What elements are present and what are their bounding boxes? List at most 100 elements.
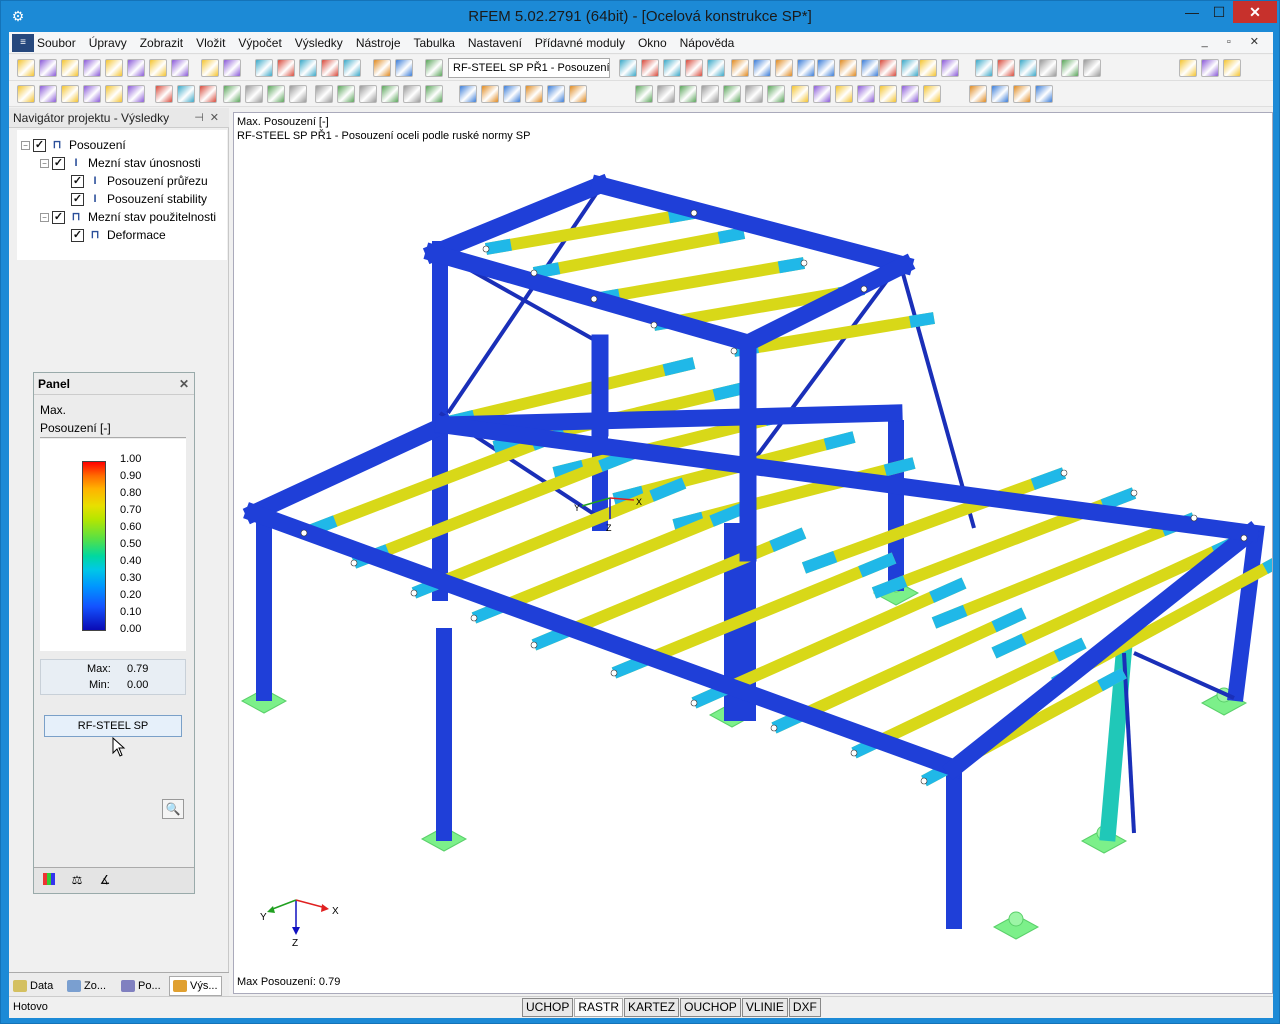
menu-item-9[interactable]: Přídavné moduly (535, 36, 625, 50)
main-tool-icon-1[interactable] (39, 59, 57, 77)
main-tool-icon-5[interactable] (127, 59, 145, 77)
main-tool-icon-39[interactable] (1083, 59, 1101, 77)
secondary-tool-icon-24[interactable] (569, 85, 587, 103)
node-21[interactable] (1240, 534, 1248, 542)
secondary-tool-icon-6[interactable] (155, 85, 173, 103)
secondary-tool-icon-33[interactable] (813, 85, 831, 103)
tree-checkbox[interactable]: ✓ (33, 138, 46, 152)
purlin-2[interactable] (592, 257, 806, 305)
purlin-end-b-18[interactable] (1053, 637, 1087, 662)
tree-expander-icon[interactable]: − (40, 158, 49, 168)
purlin-end-b-14[interactable] (769, 527, 807, 552)
secondary-tool-icon-28[interactable] (701, 85, 719, 103)
secondary-tool-icon-12[interactable] (289, 85, 307, 103)
secondary-tool-icon-17[interactable] (403, 85, 421, 103)
main-tool-icon-2[interactable] (61, 59, 79, 77)
menu-item-0[interactable]: Soubor (37, 36, 76, 50)
girder-5[interactable] (435, 404, 903, 434)
main-tool-icon-0[interactable] (17, 59, 35, 77)
main-tool-icon-38[interactable] (1061, 59, 1079, 77)
navigator-tab-1[interactable]: Zo... (67, 976, 106, 996)
main-tool-icon-4[interactable] (105, 59, 123, 77)
purlin-end-b-1[interactable] (717, 227, 746, 244)
purlin-end-a-22[interactable] (931, 604, 968, 629)
tree-expander-icon[interactable]: − (21, 140, 30, 150)
secondary-tool-icon-18[interactable] (425, 85, 443, 103)
main-tool-icon-36[interactable] (1019, 59, 1037, 77)
main-tool-icon-10[interactable] (255, 59, 273, 77)
secondary-tool-icon-15[interactable] (359, 85, 377, 103)
main-tool-icon-18[interactable] (619, 59, 637, 77)
tree-checkbox[interactable]: ✓ (52, 210, 65, 224)
secondary-tool-icon-13[interactable] (315, 85, 333, 103)
purlin-end-b-17[interactable] (991, 607, 1027, 633)
purlin-end-b-8[interactable] (823, 431, 856, 451)
secondary-tool-icon-2[interactable] (61, 85, 79, 103)
maximize-button[interactable]: ☐ (1204, 1, 1234, 23)
status-toggle-kartez[interactable]: KARTEZ (624, 998, 680, 1017)
secondary-tool-icon-41[interactable] (1013, 85, 1031, 103)
secondary-tool-icon-8[interactable] (199, 85, 217, 103)
secondary-tool-icon-10[interactable] (245, 85, 263, 103)
main-tool-icon-32[interactable] (919, 59, 937, 77)
main-tool-icon-19[interactable] (641, 59, 659, 77)
main-tool-icon-26[interactable] (797, 59, 815, 77)
secondary-tool-icon-19[interactable] (459, 85, 477, 103)
tree-item-3[interactable]: ✓ I Posouzení stability (59, 190, 207, 208)
document-menu-icon[interactable]: ≡ (12, 34, 34, 52)
girder-4[interactable] (242, 413, 456, 525)
tree-item-2[interactable]: ✓ I Posouzení průřezu (59, 172, 208, 190)
main-tool-icon-27[interactable] (817, 59, 835, 77)
secondary-tool-icon-37[interactable] (901, 85, 919, 103)
secondary-tool-icon-27[interactable] (679, 85, 697, 103)
node-16[interactable] (850, 749, 858, 757)
navigator-tab-2[interactable]: Po... (121, 976, 161, 996)
node-7[interactable] (860, 285, 868, 293)
node-8[interactable] (300, 529, 308, 537)
secondary-tool-icon-11[interactable] (267, 85, 285, 103)
main-tool-icon-41[interactable] (1201, 59, 1219, 77)
model-viewport[interactable]: Z X Y Z X Y Max. Posouzení [-] RF-STEEL … (233, 112, 1273, 994)
node-1[interactable] (530, 269, 538, 277)
purlin-end-a-0[interactable] (484, 238, 512, 255)
navigator-tab-3[interactable]: Výs... (169, 976, 222, 996)
node-12[interactable] (530, 641, 538, 649)
status-toggle-ouchop[interactable]: OUCHOP (680, 998, 741, 1017)
load-case-combo[interactable]: RF-STEEL SP PŘ1 - Posouzení oceli podle … (448, 58, 610, 78)
purlin-end-b-24[interactable] (1262, 553, 1273, 574)
secondary-tool-icon-30[interactable] (745, 85, 763, 103)
main-tool-icon-11[interactable] (277, 59, 295, 77)
main-tool-icon-12[interactable] (299, 59, 317, 77)
tree-checkbox[interactable]: ✓ (71, 174, 84, 188)
close-button[interactable]: ✕ (1233, 1, 1277, 23)
factor-tab-icon[interactable]: ∡ (96, 872, 114, 888)
zoom-tool-icon[interactable]: 🔍 (162, 799, 184, 819)
purlin-end-b-2[interactable] (777, 257, 806, 274)
close-icon[interactable]: ✕ (210, 112, 225, 124)
main-tool-icon-31[interactable] (901, 59, 919, 77)
secondary-tool-icon-5[interactable] (127, 85, 145, 103)
main-tool-icon-3[interactable] (83, 59, 101, 77)
navigator-tab-0[interactable]: Data (13, 976, 53, 996)
node-13[interactable] (610, 669, 618, 677)
main-tool-icon-13[interactable] (321, 59, 339, 77)
secondary-tool-icon-4[interactable] (105, 85, 123, 103)
purlin-end-b-16[interactable] (929, 577, 967, 603)
menu-item-10[interactable]: Okno (638, 36, 667, 50)
tree-item-0[interactable]: − ✓ ⊓ Posouzení (21, 136, 126, 154)
main-tool-icon-34[interactable] (975, 59, 993, 77)
main-tool-icon-21[interactable] (685, 59, 703, 77)
node-0[interactable] (482, 245, 490, 253)
brace-5[interactable] (1133, 651, 1235, 700)
main-tool-icon-37[interactable] (1039, 59, 1057, 77)
document-window-controls[interactable]: _ ▫ ✕ (1202, 35, 1267, 48)
tree-item-1[interactable]: − ✓ I Mezní stav únosnosti (40, 154, 201, 172)
minimize-button[interactable]: — (1177, 1, 1207, 23)
main-tool-icon-14[interactable] (343, 59, 361, 77)
purlin-end-b-9[interactable] (883, 457, 916, 477)
node-15[interactable] (770, 724, 778, 732)
balance-tab-icon[interactable]: ⚖ (68, 872, 86, 888)
secondary-tool-icon-23[interactable] (547, 85, 565, 103)
purlin-end-b-5[interactable] (662, 357, 696, 377)
main-tool-icon-16[interactable] (395, 59, 413, 77)
